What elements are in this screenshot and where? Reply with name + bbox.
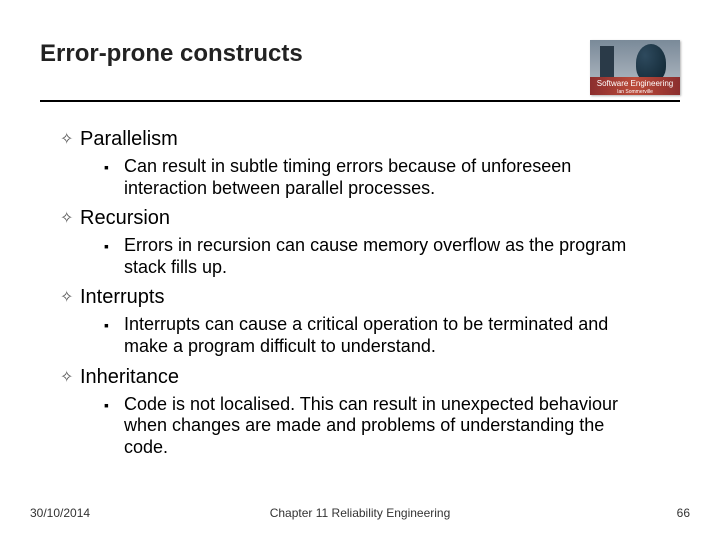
slide-title: Error-prone constructs (40, 40, 303, 68)
footer-page-number: 66 (677, 506, 690, 520)
sub-bullet-text: Interrupts can cause a critical operatio… (124, 314, 650, 357)
square-bullet-icon: ▪ (104, 314, 124, 336)
bullet-heading: Inheritance (80, 366, 179, 389)
footer-chapter: Chapter 11 Reliability Engineering (30, 506, 690, 520)
sub-bullet: ▪ Interrupts can cause a critical operat… (104, 314, 650, 357)
square-bullet-icon: ▪ (104, 156, 124, 178)
diamond-bullet-icon: ✧ (60, 128, 80, 152)
sub-bullet-text: Errors in recursion can cause memory ove… (124, 235, 650, 278)
book-cover-image: Software Engineering Ian Sommerville (590, 40, 680, 95)
footer: 30/10/2014 Chapter 11 Reliability Engine… (30, 506, 690, 520)
bullet-heading: Interrupts (80, 286, 164, 309)
diamond-bullet-icon: ✧ (60, 207, 80, 231)
bullet-parallelism: ✧ Parallelism (60, 128, 680, 152)
diamond-bullet-icon: ✧ (60, 366, 80, 390)
footer-date: 30/10/2014 (30, 506, 90, 520)
square-bullet-icon: ▪ (104, 235, 124, 257)
bullet-heading: Parallelism (80, 128, 178, 151)
sub-bullet: ▪ Code is not localised. This can result… (104, 394, 650, 459)
horizontal-rule (40, 100, 680, 102)
logo-subtext: Ian Sommerville (590, 89, 680, 95)
slide: Error-prone constructs Software Engineer… (0, 0, 720, 540)
bullet-recursion: ✧ Recursion (60, 207, 680, 231)
bullet-inheritance: ✧ Inheritance (60, 366, 680, 390)
content-body: ✧ Parallelism ▪ Can result in subtle tim… (60, 120, 680, 462)
square-bullet-icon: ▪ (104, 394, 124, 416)
sub-bullet-text: Code is not localised. This can result i… (124, 394, 650, 459)
bullet-heading: Recursion (80, 207, 170, 230)
sub-bullet-text: Can result in subtle timing errors becau… (124, 156, 650, 199)
sub-bullet: ▪ Can result in subtle timing errors bec… (104, 156, 650, 199)
title-row: Error-prone constructs Software Engineer… (40, 40, 680, 95)
bullet-interrupts: ✧ Interrupts (60, 286, 680, 310)
sub-bullet: ▪ Errors in recursion can cause memory o… (104, 235, 650, 278)
diamond-bullet-icon: ✧ (60, 286, 80, 310)
logo-text: Software Engineering (597, 79, 674, 88)
